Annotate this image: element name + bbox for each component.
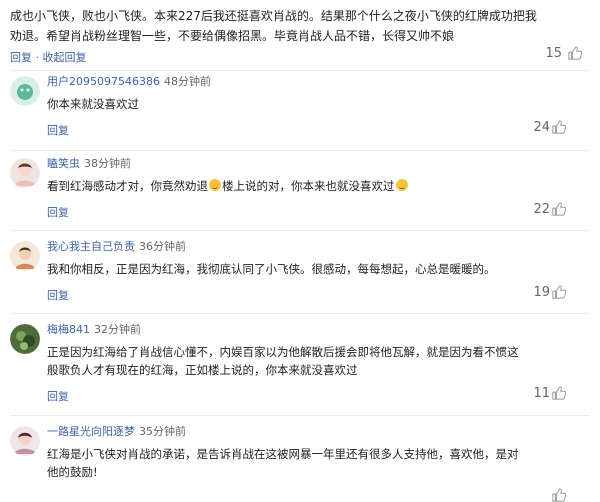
reply-link[interactable]: 回复 [47,122,69,138]
user-photo-icon [10,241,40,271]
comment-text-line: 般歌负人才有现在的红海，正如楼上说的，你本来就没喜欢过 [47,363,358,377]
comment-text-part: 楼上说的对，你本来也就没喜欢过 [222,179,395,193]
timestamp: 36分钟前 [139,240,186,253]
reply-link[interactable]: 回复 [47,287,69,303]
comment-text: 你本来就没喜欢过 [47,95,547,113]
thumb-up-icon[interactable] [552,202,566,216]
comment-text: 红海是小飞侠对肖战的承诺，是告诉肖战在这被网暴一年里还有很多人支持他，喜欢他，是… [47,445,547,481]
reply-link[interactable]: 回复 [47,388,69,404]
avatar[interactable] [10,241,40,271]
timestamp: 48分钟前 [163,75,211,88]
thumb-up-icon[interactable] [552,386,566,400]
comment-meta: 瞌笑虫 38分钟前 [47,155,131,171]
divider [10,415,590,416]
avatar[interactable] [10,158,40,188]
comment-item: 我心我主自己负责 36分钟前 我和你相反，正是因为红海，我彻底认同了小飞侠。很感动… [0,235,600,315]
comment-item: 用户2095097546386 48分钟前 你本来就没喜欢过 回复 24 [0,70,600,150]
comment-text-line: 红海是小飞侠对肖战的承诺，是告诉肖战在这被网暴一年里还有很多人支持他，喜欢他，是… [47,447,519,461]
avatar[interactable] [10,76,40,106]
comment-meta: 我心我主自己负责 36分钟前 [47,238,186,254]
thumb-up-icon[interactable] [552,120,566,134]
username[interactable]: 用户2095097546386 [47,75,160,88]
collapse-replies-link[interactable]: 收起回复 [43,51,87,64]
comment-item: 梅梅841 32分钟前 正是因为红海给了肖战信心懂不，内娱百家以为他解散后援会即将… [0,318,600,413]
comment-meta: 一路星光向阳逐梦 35分钟前 [47,423,186,439]
thumb-up-icon[interactable] [552,488,566,502]
username[interactable]: 梅梅841 [47,323,90,336]
username[interactable]: 瞌笑虫 [47,157,80,170]
username[interactable]: 一路星光向阳逐梦 [47,425,135,438]
timestamp: 35分钟前 [139,425,186,438]
default-avatar-icon [10,76,40,106]
reply-link[interactable]: 回复 [10,51,32,64]
parent-post-text: 成也小飞侠，败也小飞侠。本来227后我还挺喜欢肖战的。结果那个什么之夜小飞侠的红… [10,6,590,46]
comment-text-part: 看到红海感动才对，你竟然劝退 [47,179,208,193]
comment-text-line: 正是因为红海给了肖战信心懂不，内娱百家以为他解散后援会即将他瓦解，就是因为看不惯… [47,345,519,359]
reply-link[interactable]: 回复 [47,204,69,220]
user-photo-icon [10,426,40,456]
like-count: 22 [533,202,550,217]
parent-post-line2: 劝退。希望肖战粉丝理智一些，不要给偶像招黑。毕竟肖战人品不错，长得又帅不娘 [10,29,455,43]
separator: · [32,51,43,64]
comment-meta: 梅梅841 32分钟前 [47,321,141,337]
like-count: 11 [533,386,550,401]
divider [10,313,590,314]
comment-text-line: 他的鼓励! [47,465,98,479]
comment-item: 一路星光向阳逐梦 35分钟前 红海是小飞侠对肖战的承诺，是告诉肖战在这被网暴一年里… [0,420,600,502]
like-count: 24 [533,120,550,135]
user-photo-icon [10,158,40,188]
comment-item: 瞌笑虫 38分钟前 看到红海感动才对，你竟然劝退 楼上说的对，你本来也就没喜欢过 回… [0,152,600,232]
comment-meta: 用户2095097546386 48分钟前 [47,73,211,89]
parent-post: 成也小飞侠，败也小飞侠。本来227后我还挺喜欢肖战的。结果那个什么之夜小飞侠的红… [10,0,590,46]
comment-text: 我和你相反，正是因为红海，我彻底认同了小飞侠。很感动，每每想起，心总是暖暖的。 [47,260,547,278]
avatar[interactable] [10,324,40,354]
like-count: 15 [545,46,562,61]
comment-text: 看到红海感动才对，你竟然劝退 楼上说的对，你本来也就没喜欢过 [47,177,547,195]
thumb-up-icon[interactable] [568,46,582,60]
laughing-crying-emoji-icon [209,179,221,191]
timestamp: 38分钟前 [84,157,131,170]
parent-post-footer: 回复 · 收起回复 15 [10,46,590,64]
parent-post-line1: 成也小飞侠，败也小飞侠。本来227后我还挺喜欢肖战的。结果那个什么之夜小飞侠的红… [10,9,537,23]
thumb-up-icon[interactable] [552,285,566,299]
username[interactable]: 我心我主自己负责 [47,240,135,253]
divider [10,230,590,231]
divider [10,150,590,151]
comment-text-line: 我和你相反，正是因为红海，我彻底认同了小飞侠。很感动，每每想起，心总是暖暖的。 [47,262,496,276]
comment-text: 正是因为红海给了肖战信心懂不，内娱百家以为他解散后援会即将他瓦解，就是因为看不惯… [47,343,547,379]
like-count: 19 [533,285,550,300]
timestamp: 32分钟前 [94,323,141,336]
comment-text-line: 你本来就没喜欢过 [47,97,139,111]
laughing-crying-emoji-icon [395,179,408,191]
avatar[interactable] [10,426,40,456]
user-photo-icon [10,324,40,354]
